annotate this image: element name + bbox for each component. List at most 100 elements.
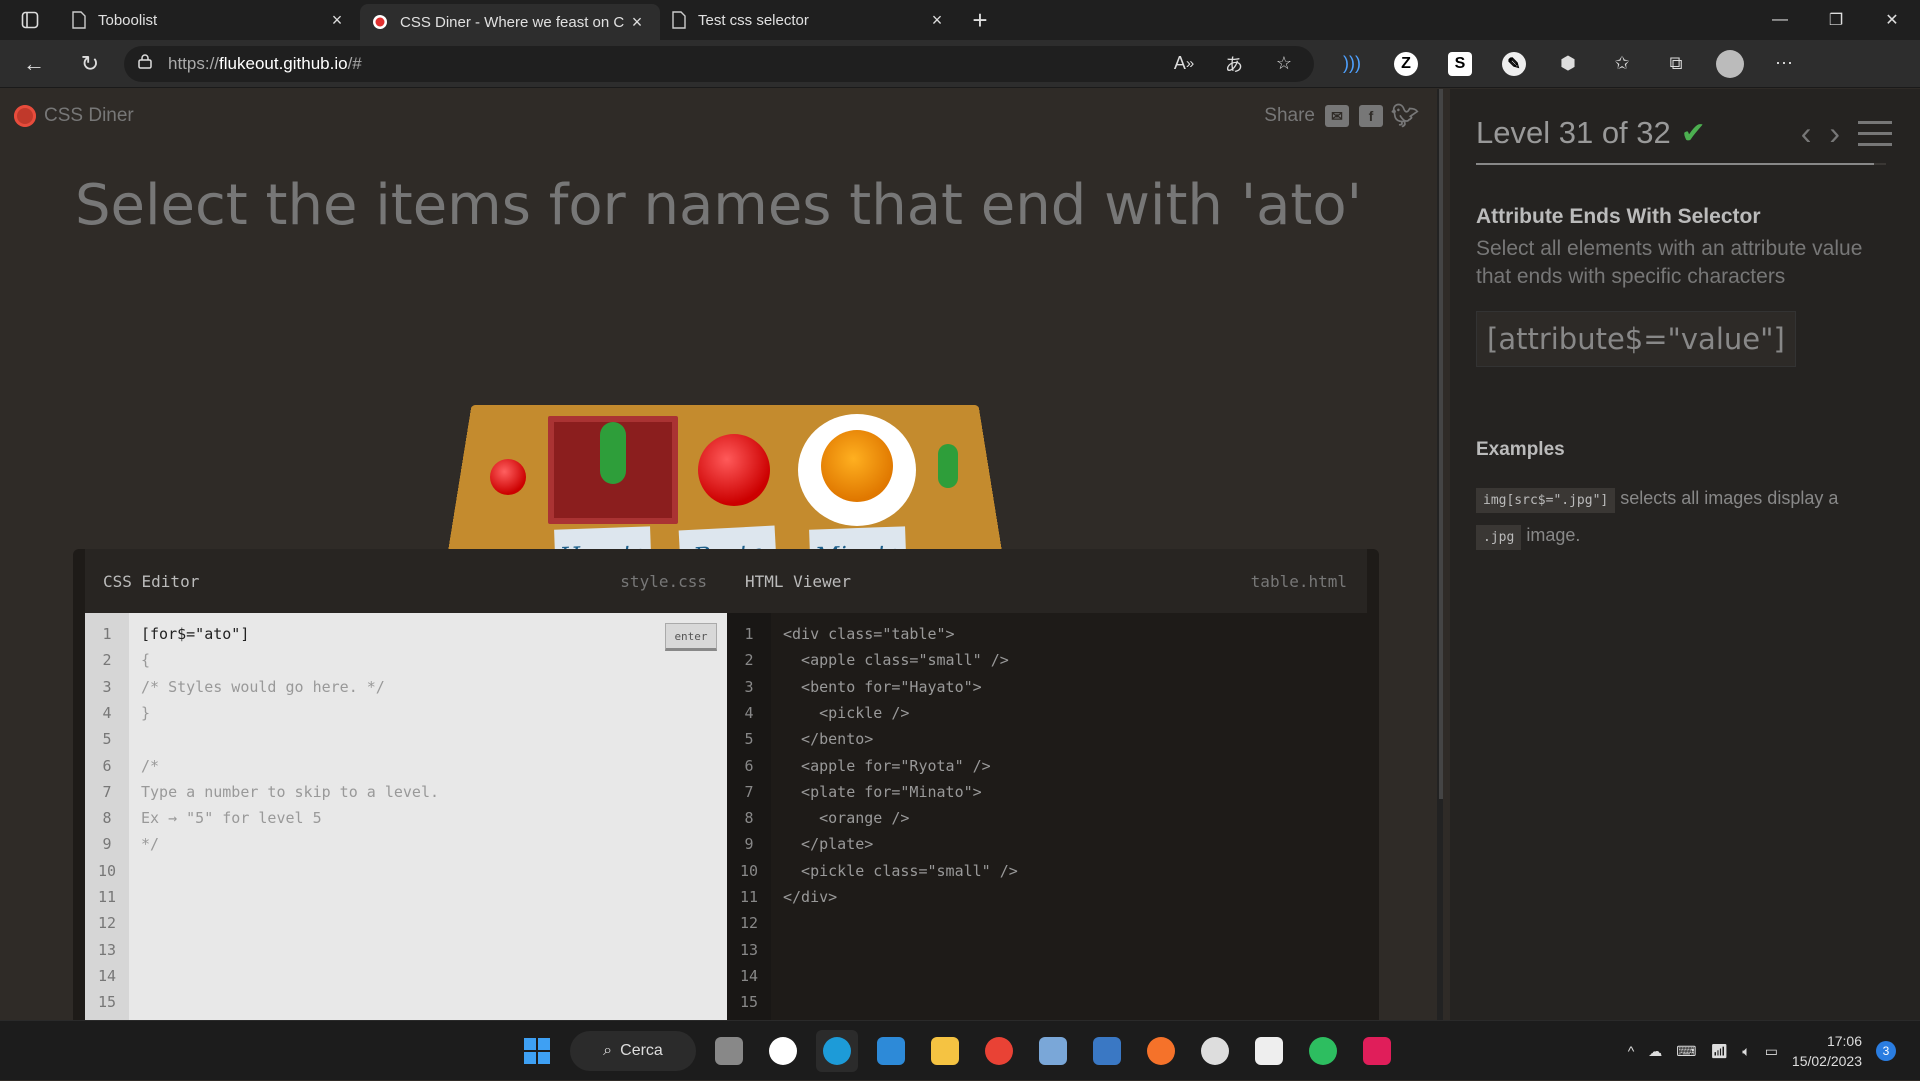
line-number: 13 — [739, 940, 759, 959]
system-tray: ^ ☁ ⌨ 📶︎ 🔈︎ ▭ 17:06 15/02/2023 3 — [1628, 1021, 1920, 1081]
code-line: 12 — [85, 910, 141, 936]
remote-desktop-icon[interactable] — [1086, 1030, 1128, 1072]
level-progress-fill — [1476, 163, 1874, 165]
html-viewer: 1 <div class="table"> 2 <apple class="smal… — [727, 613, 1367, 1020]
twitter-icon[interactable]: 🐦︎ — [1391, 103, 1419, 128]
tab-title: Toboolist — [98, 11, 158, 29]
close-icon[interactable]: × — [326, 10, 348, 31]
line-number: 1 — [744, 625, 754, 643]
volume-icon[interactable]: 🔈︎ — [1742, 1043, 1750, 1060]
task-view-icon[interactable] — [708, 1030, 750, 1072]
collections-icon[interactable]: ⧉ — [1656, 46, 1696, 82]
line-number: 5 — [102, 730, 112, 749]
windows-taskbar: ⌕ Cerca ^ ☁ ⌨ 📶︎ 🔈︎ ▭ 17:06 15/02/2023 3 — [0, 1020, 1920, 1080]
wifi-icon[interactable]: 📶︎ — [1711, 1043, 1729, 1060]
favorites-icon[interactable]: ✩ — [1602, 46, 1642, 82]
reload-icon[interactable]: ↻ — [68, 46, 112, 82]
code-line: 3 /* Styles would go here. */ — [85, 674, 384, 700]
line-number: 14 — [739, 966, 759, 985]
restore-icon[interactable]: ❐ — [1808, 0, 1864, 40]
line-number: 14 — [97, 966, 117, 985]
pen-extension-icon[interactable]: ✎ — [1494, 46, 1534, 82]
code-line: 15 — [85, 989, 141, 1015]
battery-icon[interactable]: ▭ — [1765, 1043, 1778, 1060]
minimize-icon[interactable]: — — [1752, 0, 1808, 40]
tab-toboolist[interactable]: Toboolist × — [60, 0, 360, 40]
facebook-icon[interactable]: f — [1359, 105, 1383, 127]
terminal-icon[interactable] — [1248, 1030, 1290, 1072]
css-diner-logo[interactable]: CSS Diner — [14, 105, 134, 127]
next-level-icon[interactable]: › — [1829, 115, 1840, 152]
enter-button[interactable]: enter — [665, 623, 717, 651]
z-extension-icon[interactable]: Z — [1386, 46, 1426, 82]
line-number: 12 — [97, 914, 117, 933]
extensions-icon[interactable]: ⬢ — [1548, 46, 1588, 82]
chevron-up-icon[interactable]: ^ — [1628, 1043, 1635, 1059]
code-line: 15 — [727, 989, 783, 1015]
tab-actions-icon[interactable] — [0, 0, 60, 40]
clock[interactable]: 17:06 15/02/2023 — [1792, 1031, 1862, 1071]
start-icon[interactable] — [516, 1030, 558, 1072]
email-icon[interactable]: ✉ — [1325, 105, 1349, 127]
close-window-icon[interactable]: ✕ — [1864, 0, 1920, 40]
taskbar-search[interactable]: ⌕ Cerca — [570, 1031, 696, 1071]
pickle[interactable] — [600, 422, 626, 484]
code-line: 5 — [85, 726, 141, 752]
line-number: 9 — [744, 835, 754, 854]
app-w-icon[interactable] — [762, 1030, 804, 1072]
slack-icon[interactable] — [1356, 1030, 1398, 1072]
line-number: 11 — [97, 888, 117, 906]
tab-css-diner[interactable]: CSS Diner - Where we feast on C × — [360, 4, 660, 40]
url-prefix: https:// — [168, 53, 220, 73]
line-number: 4 — [102, 703, 112, 722]
wifi-extension-icon[interactable]: ))) — [1332, 46, 1372, 82]
new-tab-button[interactable]: + — [960, 0, 1000, 40]
line-number: 7 — [744, 782, 754, 801]
cloud-icon[interactable]: ☁ — [1648, 1043, 1662, 1060]
firefox-icon[interactable] — [1140, 1030, 1182, 1072]
line-number: 1 — [102, 625, 112, 643]
apple[interactable] — [698, 434, 770, 506]
read-aloud-icon[interactable]: A» — [1164, 46, 1204, 82]
add-favorite-icon[interactable]: ☆ — [1264, 46, 1304, 82]
example-item: img[src$=".jpg"] selects all images disp… — [1476, 481, 1896, 555]
code-line: 1 [for$="ato"] — [85, 621, 249, 647]
code-line: 8 Ex → "5" for level 5 — [85, 805, 321, 831]
html-viewer-title: HTML Viewer — [745, 571, 851, 591]
close-icon[interactable]: × — [926, 10, 948, 31]
vscode-icon[interactable] — [870, 1030, 912, 1072]
orange[interactable] — [821, 430, 893, 502]
evernote-icon[interactable] — [1302, 1030, 1344, 1072]
search-label: Cerca — [620, 1042, 663, 1059]
more-menu-icon[interactable]: ⋯ — [1764, 46, 1804, 82]
keyboard-icon[interactable]: ⌨ — [1676, 1043, 1696, 1060]
edge-icon[interactable] — [816, 1030, 858, 1072]
extensions-bar: ))) Z S ✎ ⬢ ✩ ⧉ ⋯ — [1332, 46, 1804, 82]
example-code: img[src$=".jpg"] — [1476, 488, 1616, 513]
url-field[interactable]: https://flukeout.github.io/# — [124, 45, 1314, 82]
back-arrow-icon[interactable]: ← — [12, 46, 56, 82]
notepad-icon[interactable] — [1032, 1030, 1074, 1072]
example-text: selects all images display a — [1620, 488, 1839, 508]
clock-app-icon[interactable] — [1194, 1030, 1236, 1072]
small-apple[interactable] — [490, 459, 526, 495]
profile-avatar[interactable] — [1710, 46, 1750, 82]
code-text: <plate for="Minato"> — [783, 782, 982, 801]
small-pickle[interactable] — [938, 444, 958, 488]
page-scrollbar-thumb[interactable] — [1439, 89, 1443, 799]
css-diner-favicon — [373, 15, 387, 29]
level-menu-icon[interactable] — [1858, 121, 1892, 146]
css-editor[interactable]: 1 [for$="ato"] 2{3/* Styles would go here.… — [85, 613, 727, 1020]
logo-text: CSS Diner — [44, 105, 134, 126]
s-extension-icon[interactable]: S — [1440, 46, 1480, 82]
translate-icon[interactable]: あ — [1214, 46, 1254, 82]
close-icon[interactable]: × — [626, 12, 648, 33]
code-line: 6 <apple for="Ryota" /> — [727, 753, 990, 779]
chrome-icon[interactable] — [978, 1030, 1020, 1072]
level-navigation: ‹ › — [1801, 115, 1892, 152]
taskbar-apps: ⌕ Cerca — [516, 1029, 1398, 1073]
previous-level-icon[interactable]: ‹ — [1801, 115, 1812, 152]
file-explorer-icon[interactable] — [924, 1030, 966, 1072]
tab-test-css-selector[interactable]: Test css selector × — [660, 0, 960, 40]
notification-badge[interactable]: 3 — [1876, 1041, 1896, 1061]
